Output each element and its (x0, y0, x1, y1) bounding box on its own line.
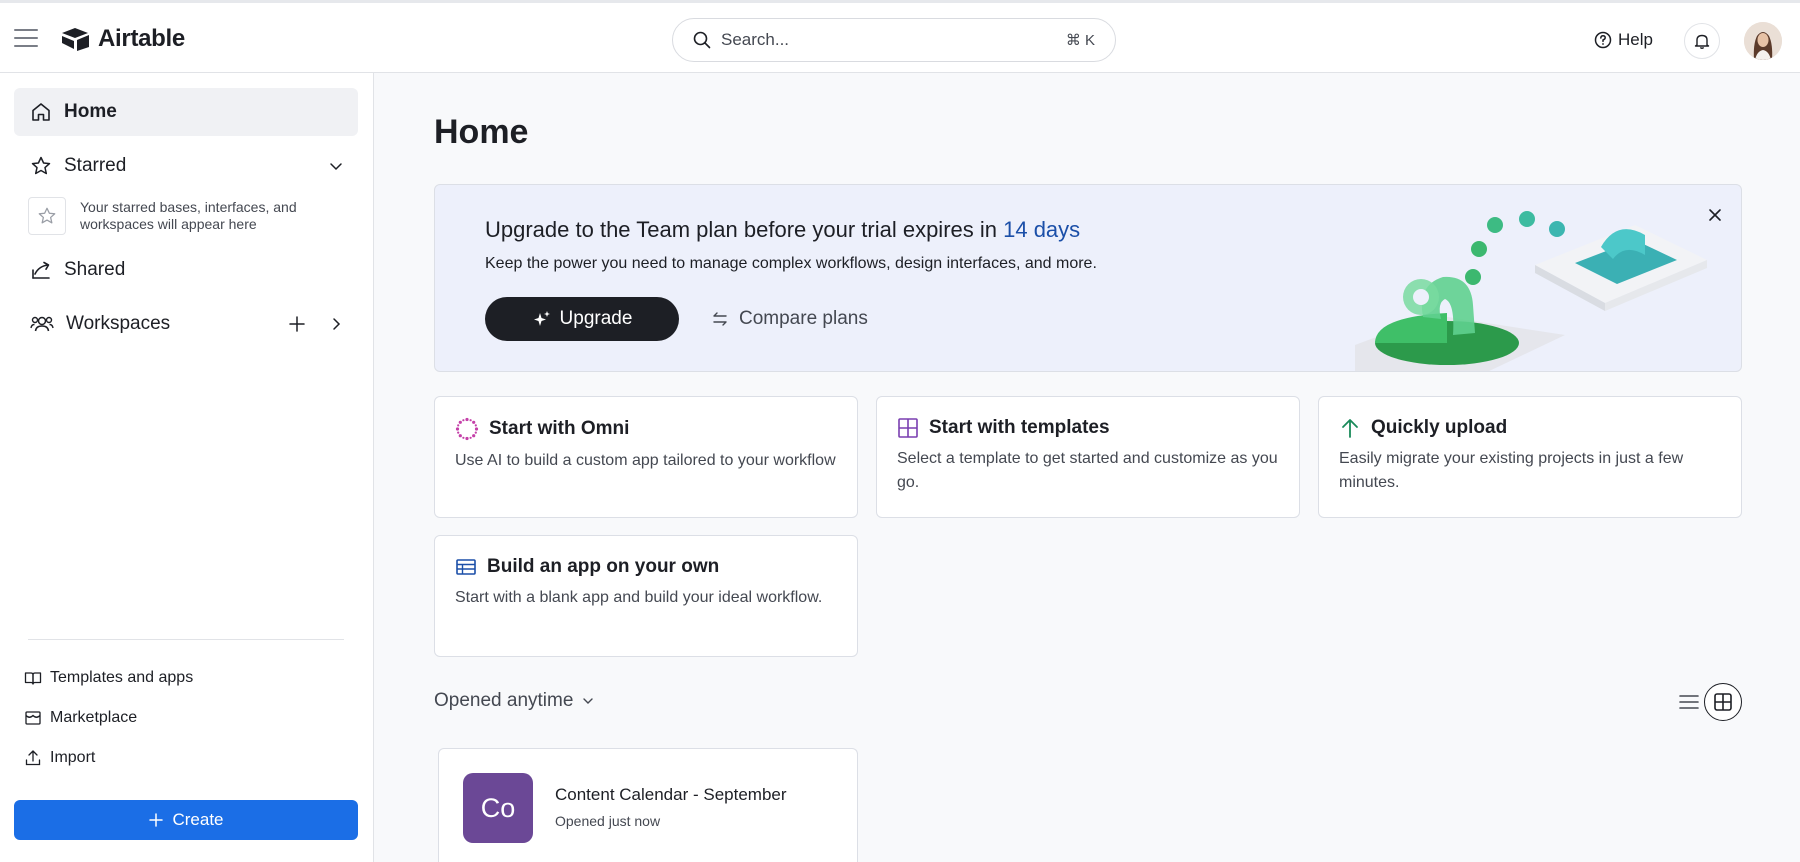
page-title: Home (434, 113, 529, 151)
list-view-toggle[interactable] (1676, 690, 1702, 714)
card-description: Use AI to build a custom app tailored to… (455, 452, 836, 469)
storefront-icon (25, 711, 41, 725)
sidebar-item-label: Workspaces (66, 313, 171, 334)
start-with-templates-card[interactable]: Start with templates Select a template t… (876, 396, 1300, 518)
sidebar-item-home[interactable]: Home (14, 88, 358, 136)
star-placeholder (28, 197, 66, 235)
user-avatar[interactable] (1744, 22, 1782, 60)
compare-plans-label: Compare plans (739, 308, 868, 329)
upgrade-button[interactable]: Upgrade (485, 297, 679, 341)
star-icon (31, 156, 51, 175)
footer-link-label: Templates and apps (50, 669, 194, 686)
upload-icon (25, 750, 41, 766)
menu-icon[interactable] (14, 29, 38, 49)
sidebar-item-workspaces[interactable]: Workspaces (14, 300, 358, 348)
sidebar-item-starred[interactable]: Starred (14, 142, 358, 190)
card-title: Quickly upload (1371, 417, 1508, 438)
plus-icon[interactable] (288, 315, 306, 333)
card-description: Select a template to get started and cus… (897, 450, 1278, 491)
grid-view-toggle[interactable] (1704, 683, 1742, 721)
build-app-on-your-own-card[interactable]: Build an app on your own Start with a bl… (434, 535, 858, 657)
help-label: Help (1618, 30, 1653, 49)
starred-hint-text: Your starred bases, interfaces, and work… (80, 199, 297, 232)
sidebar-divider (28, 639, 344, 640)
question-circle-icon (1594, 31, 1612, 49)
search-input[interactable] (721, 30, 1066, 50)
card-title: Start with Omni (489, 418, 630, 439)
arrow-up-icon (1342, 419, 1358, 438)
star-outline-icon (38, 207, 56, 224)
footer-link-label: Import (50, 749, 96, 766)
card-description: Easily migrate your existing projects in… (1339, 450, 1684, 491)
chevron-down-icon[interactable] (328, 158, 344, 174)
users-icon (30, 316, 54, 332)
sidebar: Home Starred Your starred bases, interfa… (0, 73, 374, 862)
base-name: Content Calendar - September (555, 785, 787, 804)
sparkle-icon (533, 311, 550, 326)
app-name: Airtable (98, 25, 185, 52)
plus-icon (149, 813, 164, 827)
chevron-down-icon (583, 698, 594, 704)
omni-sparkle-icon (455, 417, 479, 441)
card-description: Start with a blank app and build your id… (455, 589, 823, 606)
share-icon (32, 261, 50, 279)
swap-arrows-icon (713, 312, 727, 326)
upgrade-banner: Upgrade to the Team plan before your tri… (434, 184, 1742, 372)
list-icon (1679, 695, 1699, 709)
base-icon: Co (463, 773, 533, 843)
compare-plans-button[interactable]: Compare plans (711, 297, 868, 341)
card-title: Build an app on your own (487, 556, 720, 577)
upgrade-label: Upgrade (559, 308, 633, 329)
start-with-omni-card[interactable]: Start with Omni Use AI to build a custom… (434, 396, 858, 518)
banner-title: Upgrade to the Team plan before your tri… (485, 217, 1080, 243)
book-icon (24, 672, 42, 685)
marketplace-link[interactable]: Marketplace (24, 709, 137, 727)
avatar-image (1744, 22, 1782, 60)
notifications-button[interactable] (1684, 23, 1720, 59)
grid-icon (1714, 693, 1732, 711)
sidebar-item-label: Shared (64, 259, 126, 280)
footer-link-label: Marketplace (50, 709, 138, 726)
starred-empty-state: Your starred bases, interfaces, and work… (28, 197, 330, 235)
sidebar-item-shared[interactable]: Shared (14, 246, 358, 294)
top-bar: Airtable ⌘ K Help (0, 0, 1800, 73)
airtable-logo-icon (62, 28, 89, 51)
templates-and-apps-link[interactable]: Templates and apps (24, 669, 193, 687)
banner-subtitle: Keep the power you need to manage comple… (485, 255, 1097, 272)
quickly-upload-card[interactable]: Quickly upload Easily migrate your exist… (1318, 396, 1742, 518)
base-opened-time: Opened just now (555, 813, 661, 829)
bell-icon (1694, 34, 1710, 49)
banner-title-prefix: Upgrade to the Team plan before your tri… (485, 217, 1004, 242)
search-shortcut: ⌘ K (1065, 32, 1095, 49)
table-icon (456, 559, 476, 575)
create-label: Create (172, 810, 224, 829)
trial-days: 14 days (1003, 217, 1081, 242)
airtable-logo[interactable]: Airtable (62, 25, 185, 53)
import-link[interactable]: Import (24, 749, 95, 767)
banner-illustration (1355, 211, 1707, 371)
grid-template-icon (898, 418, 918, 438)
card-title: Start with templates (929, 417, 1110, 438)
search-icon (693, 31, 711, 49)
sidebar-item-label: Home (64, 101, 117, 122)
home-icon (32, 103, 50, 121)
sidebar-item-label: Starred (64, 155, 127, 176)
opened-anytime-filter[interactable]: Opened anytime (434, 690, 595, 712)
search-bar[interactable]: ⌘ K (672, 18, 1116, 62)
create-button[interactable]: Create (14, 800, 358, 840)
opened-filter-label: Opened anytime (434, 690, 574, 711)
base-card[interactable]: Co Content Calendar - September Opened j… (438, 748, 858, 862)
chevron-right-icon[interactable] (328, 316, 344, 332)
help-button[interactable]: Help (1594, 30, 1653, 50)
